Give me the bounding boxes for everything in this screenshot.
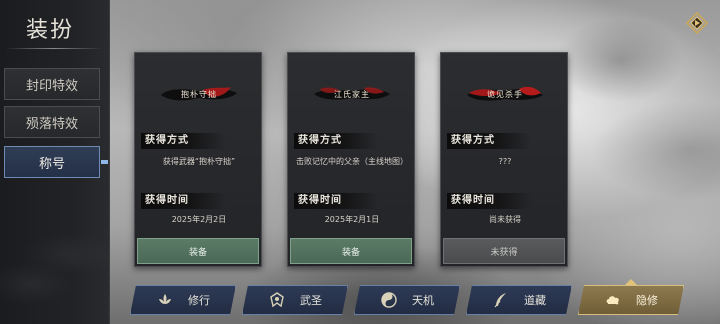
acquire-time-label: 获得时间 [447, 193, 531, 209]
sidebar-tab-fall-effect[interactable]: 殒落特效 [4, 106, 100, 138]
title-card-1: 抱朴守拙 获得方式 获得武器“抱朴守拙” 获得时间 2025年2月2日 装备 [134, 52, 262, 267]
acquire-method-text: 获得武器“抱朴守拙” [162, 157, 236, 166]
acquire-time-label: 获得时间 [141, 193, 225, 209]
title-name: 抱朴守拙 [181, 89, 217, 99]
acquire-time-value: 尚未获得 [489, 215, 521, 224]
title-banner: 诡见杀手 [465, 83, 545, 105]
diamond-menu-icon [686, 12, 708, 34]
yinyang-icon [380, 291, 398, 309]
nav-tab-label: 隐修 [636, 294, 658, 307]
acquire-method-label: 获得方式 [447, 133, 531, 149]
title-banner: 抱朴守拙 [159, 83, 239, 105]
not-obtained-button[interactable]: 未获得 [443, 238, 565, 264]
title-banner: 江氏家主 [312, 83, 392, 105]
nav-tab-label: 天机 [412, 294, 434, 307]
title-card-2: 江氏家主 获得方式 击败记忆中的父亲（主线地图） 获得时间 2025年2月1日 … [287, 52, 415, 267]
acquire-method-text: 击败记忆中的父亲（主线地图） [296, 157, 408, 166]
nav-tab-yinxiu[interactable]: 隐修 [578, 285, 684, 315]
nav-tab-label: 武圣 [300, 294, 322, 307]
title-card-3: 诡见杀手 获得方式 ??? 获得时间 尚未获得 未获得 [440, 52, 568, 267]
nav-tab-tianji[interactable]: 天机 [354, 285, 460, 315]
lotus-icon [156, 291, 174, 309]
page-title: 装扮 [26, 18, 75, 43]
bottom-nav: 修行 武圣 天机 道藏 隐修 [130, 285, 690, 319]
nav-tab-practice[interactable]: 修行 [130, 285, 236, 315]
equip-button[interactable]: 装备 [290, 238, 412, 264]
acquire-time-value: 2025年2月1日 [324, 215, 380, 224]
cloud-icon [604, 291, 622, 309]
sidebar-tab-title[interactable]: 称号 [4, 146, 108, 178]
acquire-time-label: 获得时间 [294, 193, 378, 209]
acquire-method-label: 获得方式 [141, 133, 225, 149]
title-name: 江氏家主 [334, 89, 370, 99]
diamond-menu-button[interactable] [684, 10, 710, 36]
nav-tab-daozang[interactable]: 道藏 [466, 285, 572, 315]
crest-icon [268, 291, 286, 309]
active-indicator [101, 160, 108, 164]
sidebar-tab-label: 殒落特效 [25, 116, 78, 132]
sidebar-tab-seal-effect[interactable]: 封印特效 [4, 68, 100, 100]
title-divider [6, 48, 102, 49]
sidebar-tab-label: 封印特效 [25, 78, 78, 94]
feather-icon [492, 291, 510, 309]
acquire-method-label: 获得方式 [294, 133, 378, 149]
equip-button[interactable]: 装备 [137, 238, 259, 264]
nav-tab-label: 修行 [188, 294, 210, 307]
acquire-time-value: 2025年2月2日 [171, 215, 227, 224]
sidebar: 装扮 封印特效 殒落特效 称号 [0, 0, 110, 324]
nav-tab-label: 道藏 [524, 294, 546, 307]
nav-tab-wusheng[interactable]: 武圣 [242, 285, 348, 315]
title-name: 诡见杀手 [487, 89, 523, 99]
sidebar-tab-label: 称号 [38, 156, 65, 172]
acquire-method-text: ??? [498, 157, 512, 166]
